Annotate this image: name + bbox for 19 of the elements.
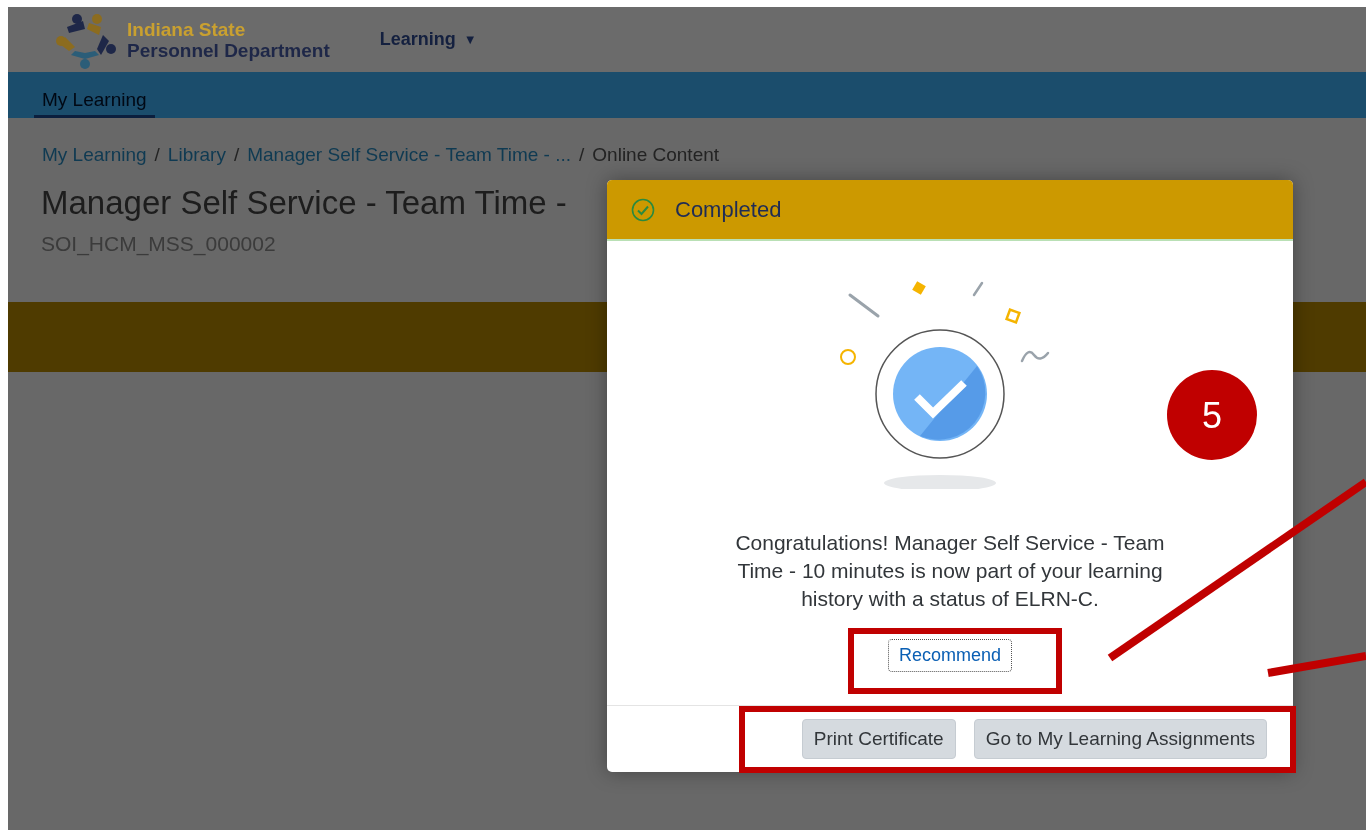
logo-title: Indiana State (127, 18, 247, 40)
breadcrumb-separator: / (579, 144, 585, 166)
congratulations-message: Congratulations! Manager Self Service - Team Time - 10 minutes is now part of your learning history with a status of ELRN-C. (734, 530, 1166, 612)
dialog-status: Completed (675, 196, 782, 223)
learning-menu[interactable]: Learning ▼ (379, 29, 477, 50)
breadcrumb-separator: / (233, 144, 240, 166)
page-title: Manager Self Service - Team Time - (41, 184, 567, 222)
breadcrumb-separator: / (154, 144, 160, 166)
check-circle-icon (631, 197, 655, 222)
breadcrumb-current: Online Content (592, 144, 720, 166)
breadcrumb-link[interactable]: Manager Self Service - Team Time - ... (247, 144, 572, 166)
nav-tab[interactable]: My Learning (34, 72, 155, 118)
logo-subtitle: Personnel Department (127, 39, 330, 61)
breadcrumb-link[interactable]: Library (167, 144, 226, 166)
dialog-button[interactable]: Print Certificate (801, 719, 956, 759)
recommend-button[interactable]: Recommend (887, 639, 1012, 672)
step-number: 5 (1202, 395, 1222, 436)
dialog-button[interactable]: Go to My Learning Assignments (973, 719, 1267, 759)
breadcrumb-link[interactable]: My Learning (42, 144, 147, 166)
